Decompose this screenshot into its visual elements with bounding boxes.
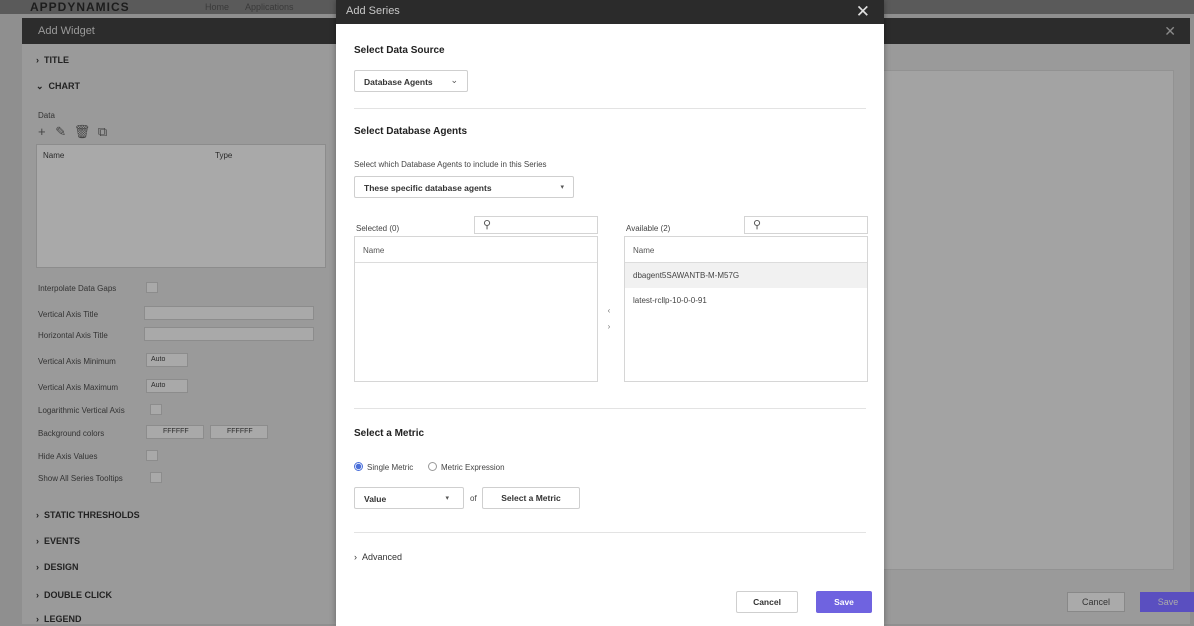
background-color-1[interactable]: FFFFFF — [146, 425, 204, 439]
add-widget-title: Add Widget — [38, 25, 95, 37]
value-dropdown[interactable]: Value ▾ — [354, 487, 464, 509]
vertical-axis-title-label: Vertical Axis Title — [38, 310, 99, 319]
hide-axis-values-label: Hide Axis Values — [38, 452, 98, 461]
available-col-name[interactable]: Name — [625, 237, 867, 263]
available-agents-list: Name dbagent5SAWANTB-M-M57G latest-rcllp… — [624, 236, 868, 382]
agent-scope-dropdown[interactable]: These specific database agents ▾ — [354, 176, 574, 198]
nav-tab-applications[interactable]: Applications — [245, 0, 294, 14]
value-dropdown-value: Value — [364, 494, 387, 504]
single-metric-radio[interactable] — [354, 462, 363, 471]
data-source-value: Database Agents — [364, 77, 433, 87]
search-icon: ⚲ — [753, 219, 762, 231]
section-design-toggle[interactable]: › DESIGN — [36, 562, 79, 572]
nav-tab-home[interactable]: Home — [205, 0, 229, 14]
interpolate-checkbox[interactable] — [146, 282, 158, 293]
of-label: of — [470, 494, 477, 503]
copy-icon[interactable]: ⧉ — [98, 124, 107, 139]
section-double-click-toggle[interactable]: › DOUBLE CLICK — [36, 590, 112, 600]
metric-expression-label[interactable]: Metric Expression — [441, 463, 505, 472]
horizontal-axis-title-input[interactable] — [144, 327, 314, 341]
move-left-icon[interactable]: ‹ — [604, 306, 614, 316]
data-label: Data — [38, 111, 55, 120]
background-color-2[interactable]: FFFFFF — [210, 425, 268, 439]
close-icon[interactable]: ✕ — [856, 2, 870, 22]
log-axis-label: Logarithmic Vertical Axis — [38, 406, 125, 415]
chevron-right-icon: › — [354, 552, 357, 562]
widget-settings-panel: › TITLE ⌄ CHART Data + ✎ 🗑 ⧉ Name Type I… — [22, 44, 332, 624]
section-chart-toggle[interactable]: ⌄ CHART — [36, 81, 80, 92]
widget-cancel-button[interactable]: Cancel — [1067, 592, 1125, 612]
vertical-axis-min-input[interactable]: Auto — [146, 353, 188, 367]
section-events-toggle[interactable]: › EVENTS — [36, 536, 80, 546]
divider — [354, 108, 866, 109]
advanced-label: Advanced — [362, 552, 403, 562]
series-col-type[interactable]: Type — [215, 151, 232, 160]
available-count-label: Available (2) — [626, 224, 671, 233]
caret-down-icon: ▾ — [560, 184, 564, 191]
db-agents-help-text: Select which Database Agents to include … — [354, 160, 547, 169]
modal-header: Add Series ✕ — [336, 0, 884, 24]
move-right-icon[interactable]: › — [604, 322, 614, 332]
selected-col-name[interactable]: Name — [355, 237, 597, 263]
widget-preview-area — [882, 70, 1174, 570]
chevron-down-icon: ⌄ — [450, 75, 458, 85]
delete-icon[interactable]: 🗑 — [74, 124, 91, 139]
list-item[interactable]: latest-rcllp-10-0-0-91 — [625, 288, 867, 313]
single-metric-label[interactable]: Single Metric — [367, 463, 413, 472]
series-table: Name Type — [36, 144, 326, 268]
show-tooltips-checkbox[interactable] — [150, 472, 162, 483]
horizontal-axis-title-label: Horizontal Axis Title — [38, 331, 108, 340]
selected-search-input[interactable]: ⚲ — [474, 216, 598, 234]
agent-scope-value: These specific database agents — [364, 183, 492, 193]
log-axis-checkbox[interactable] — [150, 404, 162, 415]
available-search-input[interactable]: ⚲ — [744, 216, 868, 234]
show-tooltips-label: Show All Series Tooltips — [38, 474, 123, 483]
metric-expression-radio[interactable] — [428, 462, 437, 471]
vertical-axis-title-input[interactable] — [144, 306, 314, 320]
metric-heading: Select a Metric — [354, 428, 425, 439]
series-col-name[interactable]: Name — [43, 151, 64, 160]
db-agents-heading: Select Database Agents — [354, 126, 468, 137]
search-icon: ⚲ — [483, 219, 492, 231]
caret-down-icon: ▾ — [445, 495, 449, 502]
vertical-axis-min-label: Vertical Axis Minimum — [38, 357, 116, 366]
save-button[interactable]: Save — [816, 591, 872, 613]
add-series-modal: Add Series ✕ Select Data Source Database… — [336, 0, 884, 626]
data-source-dropdown[interactable]: Database Agents ⌄ — [354, 70, 468, 92]
selected-count-label: Selected (0) — [356, 224, 400, 233]
vertical-axis-max-input[interactable]: Auto — [146, 379, 188, 393]
advanced-toggle[interactable]: › Advanced — [354, 552, 402, 562]
edit-icon[interactable]: ✎ — [55, 124, 66, 139]
hide-axis-values-checkbox[interactable] — [146, 450, 158, 461]
data-toolbar: + ✎ 🗑 ⧉ — [38, 124, 107, 140]
widget-save-button[interactable]: Save — [1140, 592, 1194, 612]
section-legend-toggle[interactable]: › LEGEND — [36, 614, 82, 624]
vertical-axis-max-label: Vertical Axis Maximum — [38, 383, 119, 392]
appdynamics-logo: APPDYNAMICS — [30, 0, 130, 14]
divider — [354, 408, 866, 409]
selected-agents-list: Name — [354, 236, 598, 382]
background-colors-label: Background colors — [38, 429, 105, 438]
interpolate-label: Interpolate Data Gaps — [38, 284, 117, 293]
add-icon[interactable]: + — [38, 124, 46, 139]
cancel-button[interactable]: Cancel — [736, 591, 798, 613]
modal-title: Add Series — [346, 5, 400, 17]
list-item[interactable]: dbagent5SAWANTB-M-M57G — [625, 263, 867, 288]
divider — [354, 532, 866, 533]
add-widget-close-icon[interactable]: ✕ — [1164, 23, 1176, 40]
select-metric-button[interactable]: Select a Metric — [482, 487, 580, 509]
section-title-toggle[interactable]: › TITLE — [36, 55, 69, 65]
section-static-thresholds-toggle[interactable]: › STATIC THRESHOLDS — [36, 510, 140, 520]
data-source-heading: Select Data Source — [354, 45, 445, 56]
